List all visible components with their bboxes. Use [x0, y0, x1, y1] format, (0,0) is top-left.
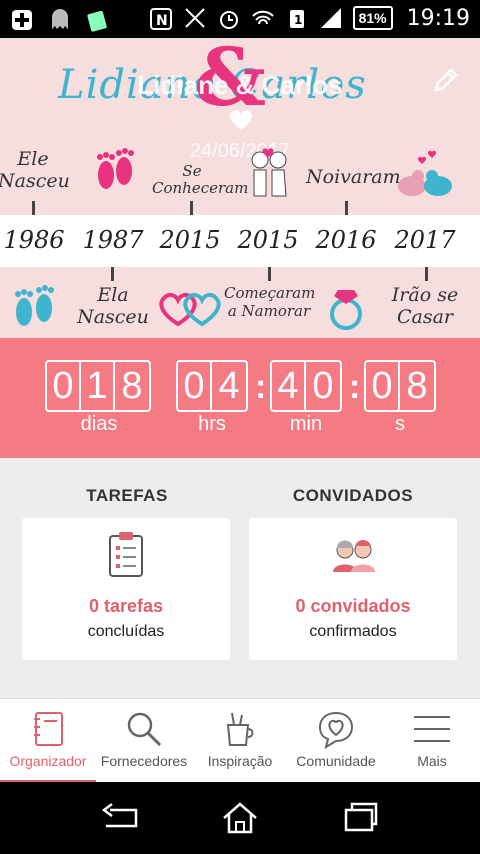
love-birds-icon	[398, 150, 452, 196]
event-se-conheceram: Se Conheceram	[152, 162, 249, 197]
event-noivaram: Noivaram	[306, 166, 401, 188]
ghost-icon	[52, 9, 68, 29]
battery-indicator: 81%	[352, 6, 393, 30]
nav-fornecedores[interactable]: Fornecedores	[96, 699, 192, 783]
card-icon	[87, 10, 107, 32]
unit-minutes: min	[289, 413, 323, 435]
chat-heart-icon	[318, 711, 354, 749]
minutes-digit: 0	[312, 365, 334, 407]
heart-icon	[230, 110, 252, 130]
year-2017: 2017	[394, 226, 456, 254]
couple-names: Lidiane & Carlos	[137, 70, 343, 100]
tasks-title: TAREFAS	[86, 486, 168, 505]
wifi-icon	[251, 10, 274, 25]
search-icon	[127, 712, 162, 747]
timeline-tick	[32, 201, 35, 215]
ring-icon	[330, 290, 362, 330]
plus-badge-icon	[12, 10, 32, 30]
cup-icon	[226, 712, 254, 746]
year-2015-b: 2015	[237, 226, 299, 254]
timeline-tick	[190, 201, 193, 215]
notebook-icon	[34, 712, 63, 746]
year-1987: 1987	[82, 226, 144, 254]
baby-feet-pink-icon	[97, 148, 134, 189]
days-digit: 1	[81, 362, 115, 410]
sim-icon: 1	[289, 10, 304, 28]
unit-hours: hrs	[198, 413, 226, 435]
year-2016: 2016	[315, 226, 377, 254]
unit-seconds: s	[395, 413, 405, 435]
seconds-digit: 8	[406, 365, 428, 407]
svg-text:N: N	[156, 13, 168, 29]
minutes-digit: 4	[272, 362, 306, 410]
summary-section: TAREFAS CONVIDADOS 0 tarefas concluídas …	[0, 458, 480, 698]
signal-icon	[320, 8, 341, 28]
year-2015-a: 2015	[159, 226, 221, 254]
year-1986: 1986	[3, 226, 65, 254]
alarm-icon	[219, 11, 238, 29]
event-ele-nasceu: Ele Nasceu	[0, 148, 70, 192]
guests-count: 0 convidados	[295, 596, 411, 616]
nav-comunidade[interactable]: Comunidade	[288, 699, 384, 783]
countdown-panel: 0 1 8 0 4 : 4 0 : 0 8 dias hrs min s	[0, 338, 480, 458]
guests-desc: confirmados	[309, 623, 397, 640]
event-comecaram-a-namorar: Começaram a Namorar	[224, 284, 316, 320]
linked-hearts-icon	[159, 292, 221, 327]
nfc-icon: N	[149, 8, 172, 30]
colon-separator: :	[349, 368, 361, 406]
home-icon[interactable]	[220, 800, 260, 836]
timeline-tick	[111, 267, 114, 281]
hours-digit: 4	[218, 365, 240, 407]
nav-label: Inspiração	[207, 753, 273, 769]
unit-days: dias	[80, 413, 118, 435]
menu-icon	[414, 716, 450, 742]
countdown-hours: 0 4	[176, 360, 248, 412]
hours-digit: 0	[178, 362, 212, 410]
couple-drawing-icon	[251, 148, 287, 197]
nav-inspiracao[interactable]: Inspiração	[192, 699, 288, 783]
system-navigation-bar	[0, 782, 480, 854]
svg-text:1: 1	[294, 13, 302, 27]
event-irao-se-casar: Irão se Casar	[391, 284, 459, 328]
guests-title: CONVIDADOS	[292, 486, 414, 505]
status-left	[10, 6, 110, 32]
seconds-digit: 0	[366, 362, 400, 410]
guests-icon	[333, 540, 375, 572]
status-bar: N 1 81% 19:19	[0, 0, 480, 38]
tasks-card[interactable]: 0 tarefas concluídas	[22, 518, 230, 660]
countdown-days: 0 1 8	[45, 360, 151, 412]
status-right: N 1 81% 19:19	[149, 5, 470, 31]
countdown-minutes: 4 0	[270, 360, 342, 412]
guests-card[interactable]: 0 convidados confirmados	[249, 518, 457, 660]
tasks-desc: concluídas	[87, 623, 165, 640]
nav-label: Organizador	[9, 753, 87, 769]
days-digit: 8	[121, 365, 143, 407]
nav-label: Fornecedores	[100, 753, 188, 769]
countdown-seconds: 0 8	[364, 360, 436, 412]
edit-icon[interactable]	[432, 66, 460, 94]
clock: 19:19	[406, 5, 470, 31]
timeline-tick	[425, 267, 428, 281]
nav-organizador[interactable]: Organizador	[0, 699, 96, 783]
colon-separator: :	[255, 368, 267, 406]
back-icon[interactable]	[100, 800, 140, 836]
baby-feet-blue-icon	[15, 285, 54, 326]
bottom-navigation: Organizador Fornecedores Inspiração Comu…	[0, 698, 480, 783]
event-ela-nasceu: Ela Nasceu	[77, 284, 149, 328]
timeline-tick	[345, 201, 348, 215]
recent-apps-icon[interactable]	[340, 800, 380, 836]
clipboard-icon	[109, 532, 143, 577]
nav-mais[interactable]: Mais	[384, 699, 480, 783]
wedding-header: Lidiane Carlos & Lidiane & Carlos 24/06/…	[0, 38, 480, 338]
timeline-tick	[268, 267, 271, 281]
nav-label: Comunidade	[296, 753, 376, 769]
vibrate-off-icon	[184, 8, 205, 28]
tasks-count: 0 tarefas	[88, 596, 164, 616]
nav-label: Mais	[417, 753, 447, 769]
days-digit: 0	[47, 362, 81, 410]
